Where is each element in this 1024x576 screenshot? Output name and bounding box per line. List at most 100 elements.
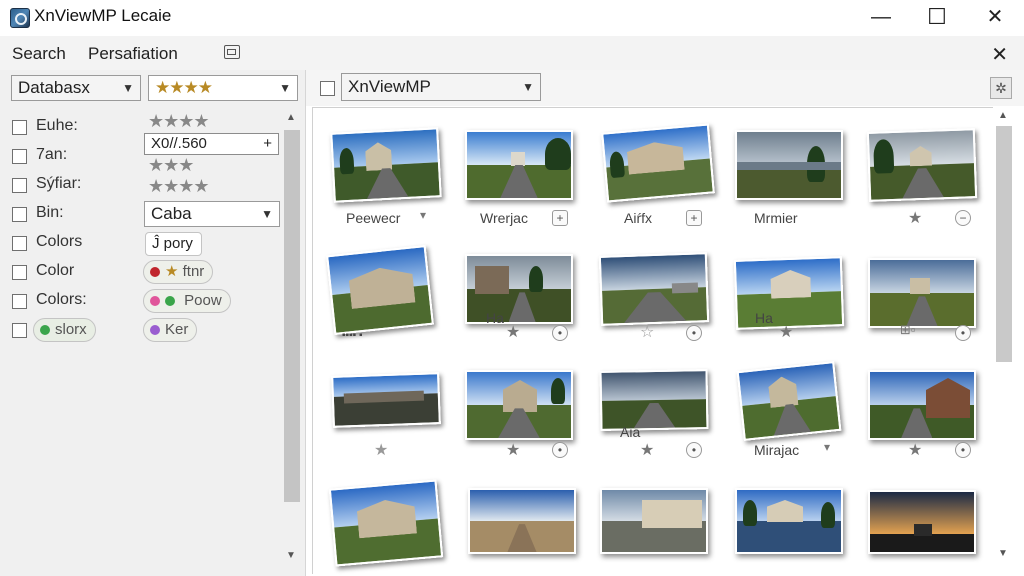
thumbnail[interactable] bbox=[600, 488, 708, 554]
tag-pill-poow[interactable]: Poow bbox=[143, 289, 231, 313]
filter-scrollbar[interactable]: ▲ ▼ bbox=[282, 112, 302, 564]
star-rating[interactable]: ★★★ bbox=[148, 155, 194, 177]
chevron-down-icon[interactable]: ▾ bbox=[824, 440, 830, 454]
thumbnail[interactable] bbox=[866, 128, 978, 202]
chevron-down-icon: ▼ bbox=[261, 207, 273, 221]
title-bar: XnViewMP Lecaie — ☐ ✕ bbox=[0, 0, 1024, 36]
maximize-button[interactable]: ☐ bbox=[908, 2, 966, 32]
folder-icon[interactable] bbox=[224, 45, 240, 59]
tag-pill-slorx[interactable]: slorx bbox=[33, 318, 96, 342]
green-dot-icon bbox=[165, 296, 175, 306]
thumbnail[interactable] bbox=[601, 123, 715, 203]
red-dot-icon bbox=[150, 267, 160, 277]
circle-icon[interactable]: • bbox=[686, 442, 702, 458]
filter-label: 7an: bbox=[36, 146, 68, 163]
rating-stars: ★★★★ bbox=[155, 78, 213, 97]
thumbnail[interactable] bbox=[599, 369, 709, 431]
scroll-down-icon[interactable]: ▼ bbox=[286, 550, 296, 561]
thumbnail[interactable] bbox=[328, 479, 444, 567]
thumbnail[interactable] bbox=[735, 488, 843, 554]
view-dropdown[interactable]: XnViewMP ▼ bbox=[341, 73, 541, 101]
thumbnail-label: Ha bbox=[486, 310, 504, 326]
filter-label: Euhe: bbox=[36, 117, 78, 134]
thumbnail[interactable] bbox=[735, 130, 843, 200]
close-button[interactable]: ✕ bbox=[966, 2, 1024, 32]
grid-scrollbar[interactable]: ▲ ▼ bbox=[994, 108, 1014, 568]
thumbnail[interactable] bbox=[465, 370, 573, 440]
scroll-thumb[interactable] bbox=[284, 130, 300, 502]
thumbnail[interactable] bbox=[330, 127, 442, 203]
checkbox[interactable] bbox=[12, 323, 27, 338]
jpory-button[interactable]: Ĵ pory bbox=[145, 232, 202, 256]
circle-icon[interactable]: • bbox=[686, 325, 702, 341]
scroll-up-icon[interactable]: ▲ bbox=[998, 110, 1008, 121]
circle-icon[interactable]: • bbox=[955, 325, 971, 341]
scroll-down-icon[interactable]: ▼ bbox=[998, 548, 1008, 559]
tag-pill-ker[interactable]: Ker bbox=[143, 318, 198, 342]
checkbox[interactable] bbox=[12, 236, 27, 251]
window-title: XnViewMP Lecaie bbox=[34, 6, 172, 25]
checkbox[interactable] bbox=[12, 207, 27, 222]
scroll-thumb[interactable] bbox=[996, 126, 1012, 362]
thumbnail[interactable] bbox=[598, 252, 710, 326]
settings-puzzle-icon[interactable]: ✲ bbox=[990, 77, 1012, 99]
star-rating[interactable]: ★★★★ bbox=[148, 176, 210, 198]
menu-search[interactable]: Search bbox=[12, 44, 66, 64]
chevron-down-icon: ▼ bbox=[279, 81, 291, 95]
star-icon[interactable]: ★ bbox=[779, 322, 793, 342]
menu-persafiation[interactable]: Persafiation bbox=[88, 44, 178, 64]
star-icon[interactable]: ★ bbox=[640, 440, 654, 460]
thumbnail[interactable] bbox=[868, 370, 976, 440]
minus-icon[interactable]: − bbox=[955, 210, 971, 226]
thumbnail-label: Aia bbox=[620, 424, 641, 440]
select-all-checkbox[interactable] bbox=[320, 81, 335, 96]
star-rating[interactable]: ★★★★ bbox=[148, 111, 210, 133]
star-icon: ★ bbox=[165, 263, 179, 280]
circle-icon[interactable]: • bbox=[552, 442, 568, 458]
grid-view-icon[interactable]: ⊞▫ bbox=[900, 322, 916, 338]
scroll-up-icon[interactable]: ▲ bbox=[286, 112, 296, 123]
menu-bar: Search Persafiation ✕ bbox=[0, 36, 1024, 70]
filter-label: Colors bbox=[36, 233, 83, 250]
star-icon[interactable]: ★ bbox=[908, 208, 922, 228]
filter-label: Sýfiar: bbox=[36, 175, 82, 192]
checkbox[interactable] bbox=[12, 178, 27, 193]
thumbnail[interactable] bbox=[868, 490, 976, 554]
add-icon[interactable]: + bbox=[552, 210, 568, 226]
star-icon[interactable]: ☆ bbox=[640, 322, 654, 342]
database-dropdown[interactable]: Databasx ▼ bbox=[11, 75, 141, 101]
value-input[interactable]: X0//.560 + bbox=[144, 133, 279, 155]
thumbnail[interactable] bbox=[465, 254, 573, 324]
app-icon bbox=[10, 8, 30, 28]
circle-icon[interactable]: • bbox=[955, 442, 971, 458]
filter-label: Bin: bbox=[36, 204, 64, 221]
thumbnail[interactable] bbox=[331, 372, 441, 428]
star-icon[interactable]: ★ bbox=[374, 440, 388, 460]
checkbox[interactable] bbox=[12, 294, 27, 309]
thumbnail-label: Peewecr bbox=[346, 210, 401, 226]
thumbnail-label: Aiŕfx bbox=[624, 210, 652, 226]
thumbnail[interactable] bbox=[733, 256, 845, 330]
add-icon[interactable]: + bbox=[686, 210, 702, 226]
tag-pill-ftnr[interactable]: ★ ftnr bbox=[143, 260, 214, 284]
thumbnail[interactable] bbox=[736, 361, 842, 441]
plus-icon[interactable]: + bbox=[263, 134, 272, 154]
checkbox[interactable] bbox=[12, 149, 27, 164]
star-icon[interactable]: ★ bbox=[506, 322, 520, 342]
thumbnail[interactable] bbox=[465, 130, 573, 200]
thumbnail[interactable] bbox=[868, 258, 976, 328]
minimize-button[interactable]: — bbox=[852, 2, 910, 32]
caba-dropdown[interactable]: Caba ▼ bbox=[144, 201, 280, 227]
checkbox[interactable] bbox=[12, 120, 27, 135]
filter-label: Color bbox=[36, 262, 75, 279]
star-icon[interactable]: ★ bbox=[506, 440, 520, 460]
checkbox[interactable] bbox=[12, 265, 27, 280]
chevron-down-icon[interactable]: ▾ bbox=[420, 208, 426, 222]
thumbnail[interactable] bbox=[468, 488, 576, 554]
close-panel-icon[interactable]: ✕ bbox=[991, 42, 1008, 67]
star-icon[interactable]: ★ bbox=[908, 440, 922, 460]
rating-dropdown[interactable]: ★★★★ ▼ bbox=[148, 75, 298, 101]
circle-icon[interactable]: • bbox=[552, 325, 568, 341]
database-dropdown-value: Databasx bbox=[18, 78, 90, 97]
thumbnail[interactable] bbox=[326, 244, 434, 336]
